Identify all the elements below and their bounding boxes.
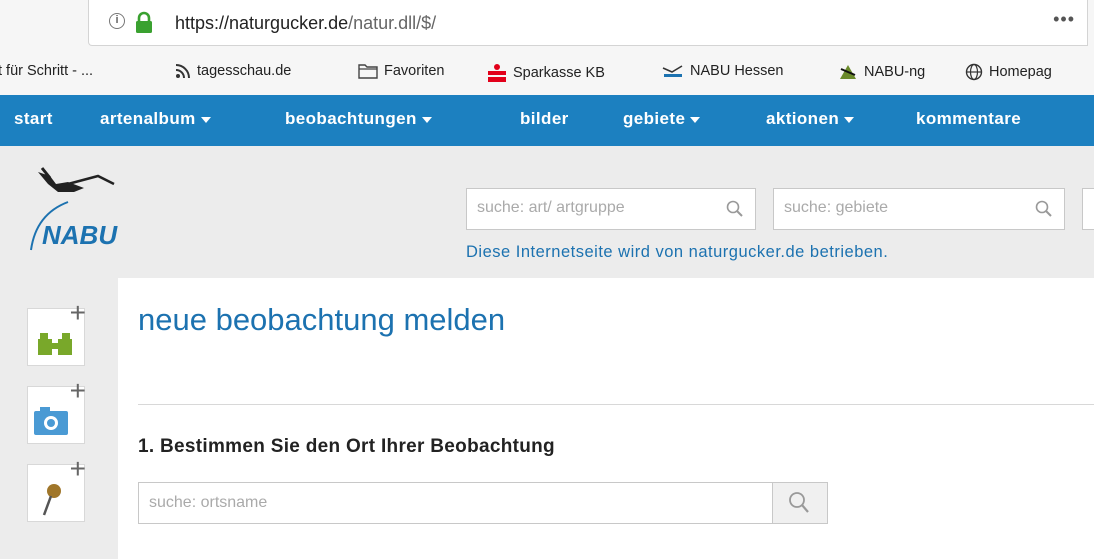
logo-text: NABU (42, 220, 118, 250)
globe-icon (965, 63, 983, 81)
nabu-bird-icon (662, 65, 683, 78)
bookmark-tagesschau[interactable]: tagesschau.de (175, 63, 291, 79)
bookmarks-bar: t für Schritt - ... tagesschau.de Favori… (0, 50, 1094, 95)
url-text[interactable]: https://naturgucker.de/natur.dll/$/ (175, 13, 436, 34)
nav-label: artenalbum (100, 109, 196, 128)
nav-label: gebiete (623, 109, 686, 128)
bookmark-favoriten[interactable]: Favoriten (358, 63, 444, 79)
page-title: neue beobachtung melden (138, 302, 506, 337)
species-search-input[interactable] (477, 199, 707, 217)
action-sidebar: + + + (0, 278, 118, 559)
nav-aktionen[interactable]: aktionen (766, 109, 855, 129)
nabu-logo[interactable]: NABU (28, 162, 158, 252)
main-navigation: start artenalbum beobachtungen bilder ge… (0, 95, 1094, 146)
url-host: https://naturgucker.de (175, 13, 349, 33)
bookmark-nabu-ng[interactable]: NABU-ng (838, 63, 925, 81)
add-photo-button[interactable]: + (27, 377, 86, 444)
nav-beobachtungen[interactable]: beobachtungen (285, 109, 432, 129)
bookmark-homepage[interactable]: Homepag (965, 63, 1052, 81)
search-icon[interactable] (725, 199, 745, 219)
caret-down-icon (200, 116, 211, 123)
page-actions-icon[interactable]: ••• (1053, 9, 1075, 30)
sparkasse-icon (488, 64, 506, 82)
step-1-heading: 1. Bestimmen Sie den Ort Ihrer Beobachtu… (138, 436, 555, 457)
url-path: /natur.dll/$/ (348, 13, 437, 33)
nav-label: beobachtungen (285, 109, 417, 128)
cut-off-field[interactable] (1082, 188, 1094, 230)
bookmark-label: Favoriten (384, 63, 445, 79)
search-icon[interactable] (1034, 199, 1054, 219)
bookmark-label: t für Schritt - ... (0, 63, 94, 79)
folder-icon (358, 64, 378, 79)
search-icon (789, 492, 809, 513)
bookmark-label: NABU Hessen (690, 63, 784, 79)
nav-label: bilder (520, 109, 569, 128)
rss-icon (175, 64, 190, 79)
caret-down-icon (690, 116, 701, 123)
area-search-field[interactable] (773, 188, 1065, 230)
location-search-input[interactable] (149, 494, 749, 512)
info-icon[interactable]: i (109, 13, 125, 29)
plus-icon: + (69, 375, 86, 406)
bookmark-schritt[interactable]: t für Schritt - ... (0, 63, 93, 79)
plus-icon: + (69, 453, 86, 484)
nav-bilder[interactable]: bilder (520, 109, 569, 129)
operator-tagline: Diese Internetseite wird von naturgucker… (466, 243, 889, 261)
bookmark-label: tagesschau.de (197, 63, 292, 79)
caret-down-icon (844, 116, 855, 123)
address-bar[interactable]: i https://naturgucker.de/natur.dll/$/ ••… (88, 0, 1088, 46)
lock-icon (136, 11, 152, 33)
add-observation-button[interactable]: + (27, 299, 86, 366)
location-search-field[interactable] (138, 482, 828, 524)
browser-toolbar: i https://naturgucker.de/natur.dll/$/ ••… (0, 0, 1094, 50)
nav-label: start (14, 109, 53, 128)
bookmark-sparkasse[interactable]: Sparkasse KB (487, 63, 605, 83)
nav-gebiete[interactable]: gebiete (623, 109, 701, 129)
nav-artenalbum[interactable]: artenalbum (100, 109, 211, 129)
bookmark-label: Homepag (989, 63, 1052, 80)
bookmark-nabu-hessen[interactable]: NABU Hessen (662, 63, 783, 79)
nav-kommentare[interactable]: kommentare (916, 109, 1021, 129)
site-header: NABU Diese Internetseite wird von naturg… (0, 146, 1094, 278)
bookmark-label: Sparkasse KB (513, 64, 605, 81)
main-content: neue beobachtung melden 1. Bestimmen Sie… (118, 278, 1094, 559)
nav-label: kommentare (916, 109, 1022, 128)
caret-down-icon (421, 116, 432, 123)
plus-icon: + (69, 297, 86, 328)
location-search-button[interactable] (772, 483, 827, 523)
area-search-input[interactable] (784, 199, 1014, 217)
add-location-button[interactable]: + (27, 455, 86, 522)
divider (138, 404, 1094, 405)
nav-start[interactable]: start (14, 109, 53, 129)
nav-label: aktionen (766, 109, 840, 128)
nabu-ng-icon (840, 65, 856, 79)
species-search-field[interactable] (466, 188, 756, 230)
bookmark-label: NABU-ng (864, 63, 926, 80)
